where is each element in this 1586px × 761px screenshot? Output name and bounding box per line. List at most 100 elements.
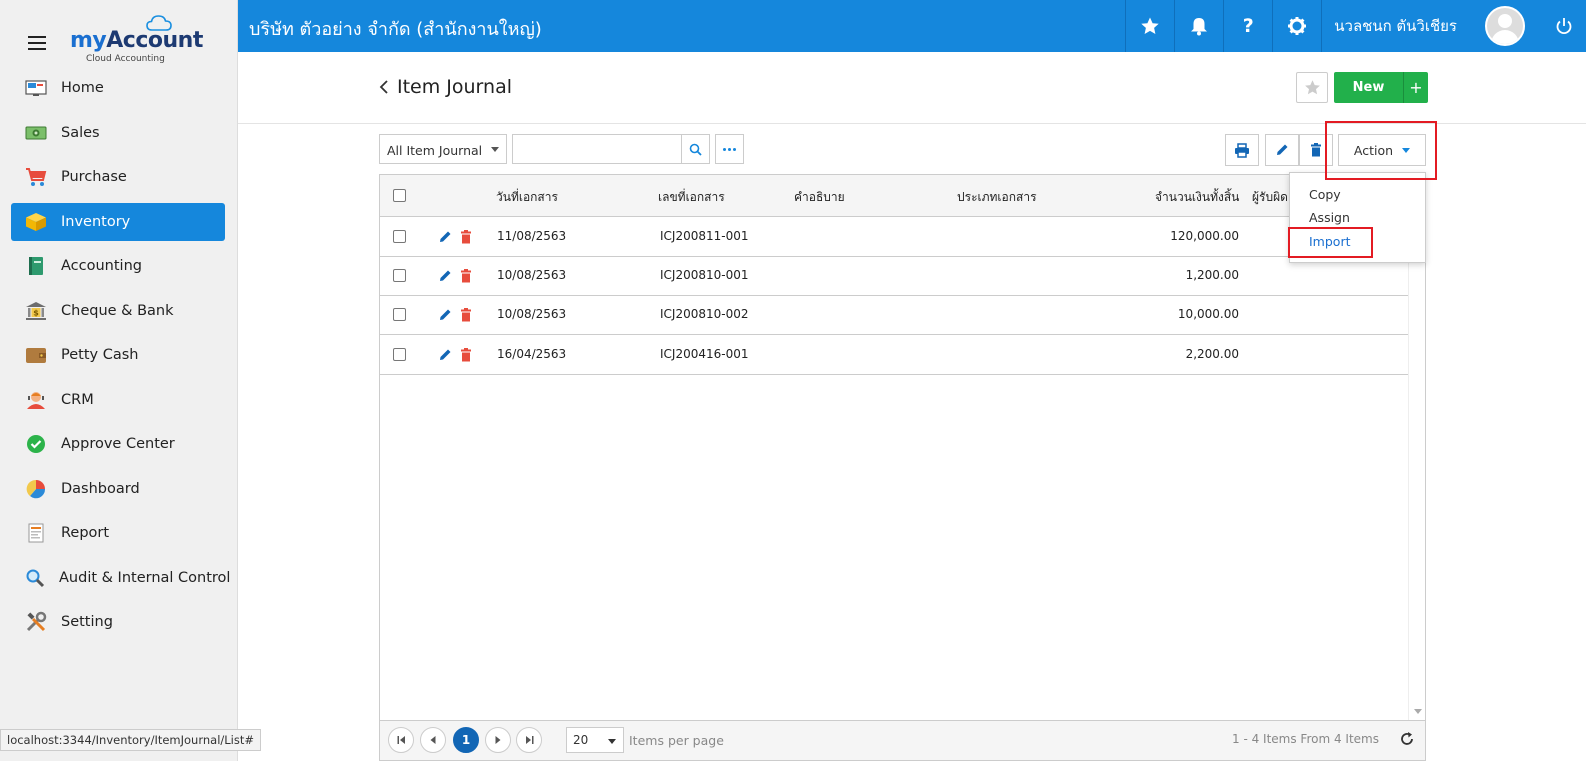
sidebar-item-report[interactable]: Report <box>11 514 225 552</box>
column-header-amount[interactable]: จำนวนเงินทั้งสิ้น <box>1155 188 1239 207</box>
check-circle-icon <box>25 434 47 454</box>
next-page-button[interactable] <box>485 727 511 753</box>
avatar[interactable] <box>1485 6 1525 46</box>
sidebar-item-accounting[interactable]: Accounting <box>11 247 225 285</box>
row-checkbox[interactable] <box>393 230 406 243</box>
table-row[interactable]: 11/08/2563 ICJ200811-001 120,000.00 <box>380 217 1409 257</box>
pencil-icon[interactable] <box>438 308 452 322</box>
trash-icon[interactable] <box>459 308 473 322</box>
search-input[interactable] <box>512 134 682 164</box>
new-options-button[interactable]: + <box>1403 72 1428 103</box>
browser-status-url: localhost:3344/Inventory/ItemJournal/Lis… <box>0 729 262 751</box>
cell-amount: 10,000.00 <box>1177 307 1239 321</box>
next-page-icon <box>495 736 501 744</box>
cell-amount: 1,200.00 <box>1185 268 1239 282</box>
trash-icon[interactable] <box>459 348 473 362</box>
caret-down-icon <box>1402 147 1411 153</box>
logout-button[interactable] <box>1541 0 1586 52</box>
delete-button[interactable] <box>1299 134 1333 166</box>
select-all-checkbox[interactable] <box>393 189 406 202</box>
refresh-icon[interactable] <box>1399 731 1415 747</box>
cell-amount: 120,000.00 <box>1170 229 1239 243</box>
sales-icon <box>25 123 47 143</box>
cell-doc-no: ICJ200810-002 <box>660 307 749 321</box>
prev-page-button[interactable] <box>420 727 446 753</box>
row-checkbox[interactable] <box>393 269 406 282</box>
filter-select[interactable]: All Item Journal <box>379 134 507 164</box>
last-page-icon <box>525 736 533 744</box>
column-header-responsible[interactable]: ผู้รับผิด <box>1252 188 1288 207</box>
gear-icon <box>1288 17 1307 35</box>
table-row[interactable]: 10/08/2563 ICJ200810-002 10,000.00 <box>380 295 1409 335</box>
row-checkbox[interactable] <box>393 308 406 321</box>
star-icon <box>1304 80 1320 95</box>
pencil-icon[interactable] <box>438 348 452 362</box>
print-button[interactable] <box>1225 134 1259 166</box>
last-page-button[interactable] <box>516 727 542 753</box>
sidebar-item-audit[interactable]: Audit & Internal Control <box>11 559 230 597</box>
column-header-doc-no[interactable]: เลขที่เอกสาร <box>658 188 725 207</box>
new-button[interactable]: New <box>1334 72 1403 103</box>
column-header-description[interactable]: คำอธิบาย <box>794 188 845 207</box>
menu-item-assign[interactable]: Assign <box>1309 210 1350 225</box>
sidebar-item-cheque-bank[interactable]: $ Cheque & Bank <box>11 292 225 330</box>
help-button[interactable]: ? <box>1223 0 1272 52</box>
favorites-button[interactable] <box>1125 0 1174 52</box>
first-page-button[interactable] <box>388 727 414 753</box>
pencil-icon[interactable] <box>438 230 452 244</box>
table-row[interactable]: 10/08/2563 ICJ200810-001 1,200.00 <box>380 256 1409 296</box>
report-icon <box>25 523 47 543</box>
scroll-down-arrow-icon[interactable] <box>1414 709 1422 714</box>
notifications-button[interactable] <box>1174 0 1223 52</box>
page-title: Item Journal <box>397 76 513 98</box>
items-per-page-select[interactable]: 20 <box>566 727 624 753</box>
company-name[interactable]: บริษัท ตัวอย่าง จำกัด (สำนักงานใหญ่) <box>249 14 542 43</box>
cell-date: 11/08/2563 <box>497 229 567 243</box>
power-icon <box>1556 18 1571 35</box>
grid-header: วันที่เอกสาร เลขที่เอกสาร คำอธิบาย ประเภ… <box>380 175 1409 217</box>
more-filters-button[interactable] <box>715 134 744 164</box>
top-bar: บริษัท ตัวอย่าง จำกัด (สำนักงานใหญ่) ? น… <box>238 0 1586 52</box>
book-icon <box>25 256 47 276</box>
prev-page-icon <box>430 736 436 744</box>
row-checkbox[interactable] <box>393 348 406 361</box>
sidebar-item-inventory[interactable]: Inventory <box>11 202 225 241</box>
page-1-button[interactable]: 1 <box>453 727 479 753</box>
search-button[interactable] <box>681 134 710 164</box>
sidebar-item-setting[interactable]: Setting <box>11 603 225 641</box>
menu-item-copy[interactable]: Copy <box>1309 187 1341 202</box>
sidebar-item-crm[interactable]: CRM <box>11 381 225 419</box>
pager-info: 1 - 4 Items From 4 Items <box>1232 732 1379 746</box>
sidebar-item-sales[interactable]: Sales <box>11 114 225 152</box>
cell-date: 10/08/2563 <box>497 307 567 321</box>
item-journal-grid: วันที่เอกสาร เลขที่เอกสาร คำอธิบาย ประเภ… <box>379 174 1426 721</box>
sidebar-item-dashboard[interactable]: Dashboard <box>11 470 225 508</box>
sidebar: myAccount Cloud Accounting Home Sales Pu… <box>0 0 238 761</box>
menu-item-import[interactable]: Import <box>1309 234 1351 249</box>
trash-icon[interactable] <box>459 269 473 283</box>
column-header-doc-type[interactable]: ประเภทเอกสาร <box>957 188 1037 207</box>
edit-button[interactable] <box>1265 134 1299 166</box>
action-dropdown-button[interactable]: Action <box>1338 134 1426 166</box>
home-icon <box>25 78 47 98</box>
add-favorite-button[interactable] <box>1296 72 1328 103</box>
back-chevron-icon[interactable] <box>379 79 389 98</box>
pencil-icon[interactable] <box>438 269 452 283</box>
sidebar-item-approve-center[interactable]: Approve Center <box>11 425 225 463</box>
trash-icon[interactable] <box>459 230 473 244</box>
caret-down-icon <box>608 739 616 744</box>
hamburger-menu-icon[interactable] <box>28 36 46 50</box>
cell-date: 10/08/2563 <box>497 268 567 282</box>
sidebar-item-petty-cash[interactable]: Petty Cash <box>11 336 225 374</box>
cell-doc-no: ICJ200416-001 <box>660 347 749 361</box>
pie-chart-icon <box>25 479 47 499</box>
table-row[interactable]: 16/04/2563 ICJ200416-001 2,200.00 <box>380 335 1409 375</box>
settings-button[interactable] <box>1272 0 1321 52</box>
pencil-icon <box>1277 144 1288 155</box>
column-header-date[interactable]: วันที่เอกสาร <box>496 188 558 207</box>
username[interactable]: นวลชนก ตันวิเชียร <box>1321 0 1471 52</box>
sidebar-item-purchase[interactable]: Purchase <box>11 158 225 196</box>
action-dropdown-menu: Copy Assign Import <box>1289 172 1426 263</box>
sidebar-item-home[interactable]: Home <box>11 69 225 107</box>
more-dots-icon <box>722 147 726 151</box>
